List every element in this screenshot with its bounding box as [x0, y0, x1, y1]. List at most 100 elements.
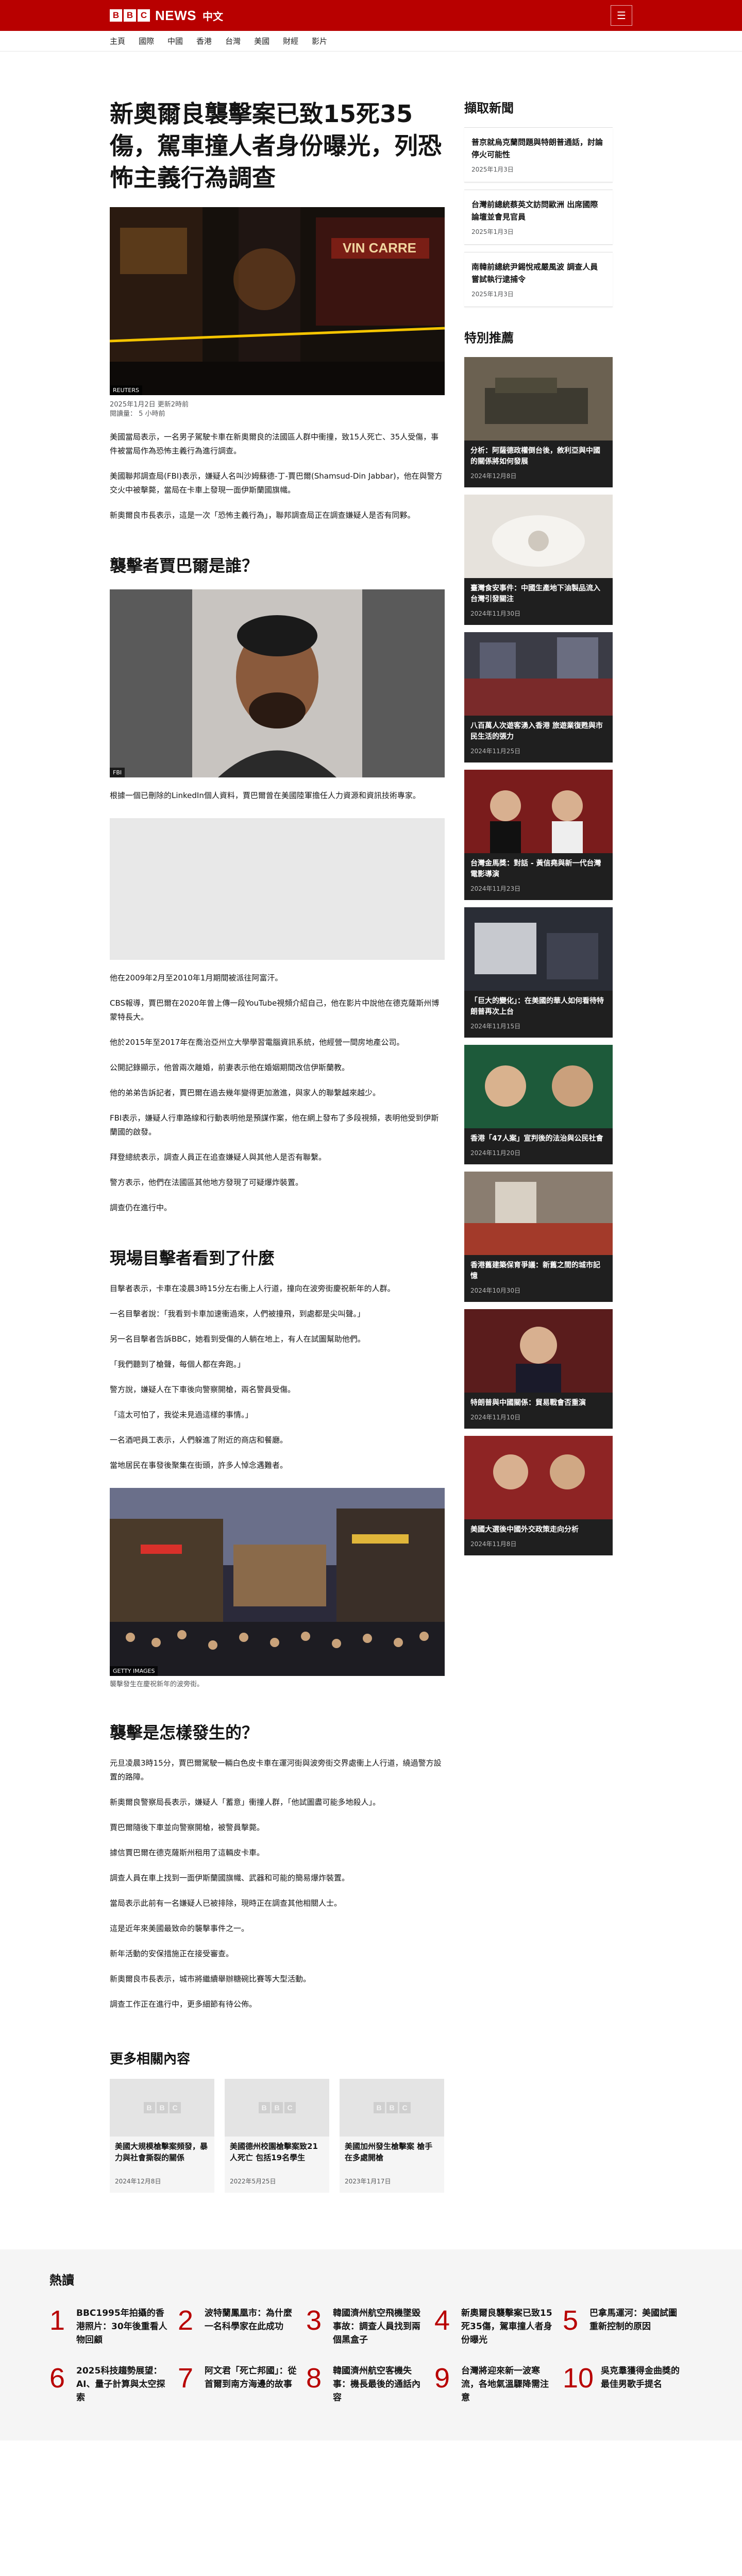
most-read-item[interactable]: 6 2025科技趨勢展望：AI、量子計算與太空探索: [49, 2364, 178, 2404]
most-read-item[interactable]: 7 阿文君「死亡邦國」：從首爾到南方海邊的故事: [178, 2364, 306, 2404]
rank-number: 6: [49, 2363, 65, 2394]
article-paragraph: 「這太可怕了，我從未見過這樣的事情。」: [110, 1410, 253, 1419]
related-card[interactable]: BBC 美國德州校園槍擊案致21人死亡 包括19名學生 2022年5月25日: [225, 2079, 329, 2193]
most-read-title: 台灣將迎來新一波寒流，各地氣溫驟降需注意: [461, 2366, 549, 2403]
featured-date: 2024年11月25日: [470, 748, 521, 755]
featured-card[interactable]: 分析：阿薩德政權倒台後，敘利亞與中國的關係將如何發展 2024年12月8日: [464, 357, 613, 487]
article-paragraph: 這是近年來美國最致命的襲擊事件之一。: [110, 1924, 249, 1933]
featured-card[interactable]: 「巨大的變化」：在美國的華人如何看待特朗普再次上台 2024年11月15日: [464, 907, 613, 1038]
most-read-item[interactable]: 2 波特蘭鳳凰市：為什麼一名科學家在此成功: [178, 2307, 306, 2347]
sidebar-featured-heading: 特別推薦: [464, 331, 514, 345]
featured-title: 香港舊建築保育爭議：新舊之間的城市記憶: [470, 1261, 600, 1280]
featured-card[interactable]: 臺灣食安事件：中國生產地下油製品流入台灣引發關注 2024年11月30日: [464, 495, 613, 625]
most-read-title: 阿文君「死亡邦國」：從首爾到南方海邊的故事: [205, 2366, 297, 2389]
featured-image: [464, 1309, 613, 1393]
featured-image: [464, 907, 613, 991]
featured-card[interactable]: 香港「47人案」宣判後的法治與公民社會 2024年11月20日: [464, 1045, 613, 1164]
article-paragraph: 當局表示此前有一名嫌疑人已被排除，現時正在調查其他相關人士。: [110, 1899, 342, 1908]
featured-image: [464, 495, 613, 578]
featured-image: [464, 632, 613, 716]
menu-icon: ☰: [617, 9, 626, 22]
most-read-item[interactable]: 8 韓國濟州航空客機失事：機長最後的通話內容: [306, 2364, 434, 2404]
suspect-image: FBI: [110, 589, 445, 777]
featured-card[interactable]: 八百萬人次遊客湧入香港 旅遊業復甦與市民生活的張力 2024年11月25日: [464, 632, 613, 762]
article-paragraph: 調查人員在車上找到一面伊斯蘭國旗幟、武器和可能的簡易爆炸裝置。: [110, 1873, 350, 1883]
most-read-title: 新奧爾良襲擊案已致15死35傷，駕車撞人者身份曝光: [461, 2308, 552, 2345]
article-paragraph: 美國聯邦調查局(FBI)表示，嫌疑人名叫沙姆蘇德-丁-賈巴爾(Shamsud-D…: [110, 471, 443, 495]
street-image: GETTY IMAGES: [110, 1488, 445, 1676]
article-paragraph: 新奧爾良市長表示，城市將繼續舉辦糖碗比賽等大型活動。: [110, 1974, 311, 1984]
related-card[interactable]: BBC 美國大規模槍擊案頻發，暴力與社會撕裂的關係 2024年12月8日: [110, 2079, 214, 2193]
featured-title: 「巨大的變化」：在美國的華人如何看待特朗普再次上台: [470, 997, 604, 1016]
featured-title: 台灣金馬獎：對話 - 黃信堯與新一代台灣電影導演: [470, 859, 601, 878]
article-paragraph: FBI表示，嫌疑人行車路線和行動表明他是預謀作案，他在網上發布了多段視頻，表明他…: [110, 1113, 439, 1137]
bbc-placeholder-thumb: BBC: [340, 2079, 444, 2137]
article-paragraph: 公開記錄顯示，他曾兩次離婚，前妻表示他在婚姻期間改信伊斯蘭教。: [110, 1063, 350, 1072]
related-heading: 更多相關內容: [110, 2052, 191, 2067]
nav-video[interactable]: 影片: [312, 36, 327, 46]
related-content: 更多相關內容 BBC 美國大規模槍擊案頻發，暴力與社會撕裂的關係 2024年12…: [110, 2048, 445, 2193]
latest-news-card[interactable]: 普京就烏克蘭問題與特朗普通話，討論停火可能性 2025年1月3日: [464, 127, 613, 182]
featured-title: 臺灣食安事件：中國生產地下油製品流入台灣引發關注: [470, 584, 600, 603]
article-paragraph: 調查仍在進行中。: [110, 1203, 172, 1212]
bbc-news-logo[interactable]: B B C NEWS 中文: [110, 8, 223, 24]
sidebar-latest-heading: 擷取新聞: [464, 101, 514, 115]
article-paragraph: 調查工作正在進行中，更多細節有待公佈。: [110, 1999, 257, 2009]
article-paragraph: 根據一個已刪除的LinkedIn個人資料，賈巴爾曾在美國陸軍擔任人力資源和資訊技…: [110, 791, 420, 800]
nav-china[interactable]: 中國: [167, 36, 183, 46]
hero-photo-graphic: VIN CARRE: [110, 207, 445, 395]
most-read-item[interactable]: 10 吳克羣獲得金曲獎的最佳男歌手提名: [563, 2364, 691, 2404]
featured-date: 2024年11月20日: [470, 1149, 521, 1157]
article-paragraph: 賈巴爾隨後下車並向警察開槍，被警員擊斃。: [110, 1823, 265, 1832]
featured-date: 2024年11月15日: [470, 1023, 521, 1030]
featured-image: [464, 770, 613, 853]
latest-title: 台灣前總統蔡英文訪問歐洲 出席國際論壇並會見官員: [471, 200, 598, 222]
nav-home[interactable]: 主頁: [110, 36, 125, 46]
article-paragraph: 他的弟弟告訴記者，賈巴爾在過去幾年變得更加激進，與家人的聯繫越來越少。: [110, 1088, 381, 1097]
featured-card[interactable]: 台灣金馬獎：對話 - 黃信堯與新一代台灣電影導演 2024年11月23日: [464, 770, 613, 900]
latest-date: 2025年1月3日: [471, 291, 514, 298]
rank-number: 7: [178, 2363, 194, 2394]
hero-image: VIN CARRE REUTERS: [110, 207, 445, 395]
most-read-item[interactable]: 9 台灣將迎來新一波寒流，各地氣溫驟降需注意: [434, 2364, 563, 2404]
most-read-item[interactable]: 5 巴拿馬運河：美國試圖重新控制的原因: [563, 2307, 691, 2347]
rank-number: 8: [306, 2363, 322, 2394]
related-title: 美國加州發生槍擊案 槍手在多處開槍: [345, 2142, 433, 2162]
related-date: 2024年12月8日: [115, 2178, 161, 2185]
article-paragraph: 拜登總統表示，調查人員正在追查嫌疑人與其他人是否有聯繫。: [110, 1153, 327, 1162]
news-wordmark: NEWS: [155, 7, 196, 23]
embedded-media-placeholder: [110, 818, 445, 960]
image-credit: REUTERS: [110, 385, 142, 395]
suspect-photo-graphic: [110, 589, 445, 777]
menu-button[interactable]: ☰: [611, 5, 632, 26]
featured-image: [464, 1045, 613, 1128]
article-paragraph: 警方表示，他們在法國區其他地方發現了可疑爆炸裝置。: [110, 1178, 303, 1187]
featured-image: [464, 1436, 613, 1519]
article: 新奧爾良襲擊案已致15死35傷，駕車撞人者身份曝光，列恐怖主義行為調查 VIN …: [110, 98, 445, 2193]
nav-hongkong[interactable]: 香港: [196, 36, 212, 46]
nav-usa[interactable]: 美國: [254, 36, 269, 46]
nav-taiwan[interactable]: 台灣: [225, 36, 241, 46]
nav-finance[interactable]: 財經: [283, 36, 298, 46]
related-card[interactable]: BBC 美國加州發生槍擊案 槍手在多處開槍 2023年1月17日: [340, 2079, 444, 2193]
most-read-item[interactable]: 3 韓國濟州航空飛機墜毀事故：調查人員找到兩個黑盒子: [306, 2307, 434, 2347]
related-date: 2023年1月17日: [345, 2178, 391, 2185]
article-paragraph: 目擊者表示，卡車在凌晨3時15分左右衝上人行道，撞向在波旁街慶祝新年的人群。: [110, 1284, 395, 1293]
bbc-letter: B: [124, 9, 136, 22]
latest-news-card[interactable]: 台灣前總統蔡英文訪問歐洲 出席國際論壇並會見官員 2025年1月3日: [464, 190, 613, 245]
top-header: B B C NEWS 中文 ☰: [0, 0, 742, 31]
related-title: 美國德州校園槍擊案致21人死亡 包括19名學生: [230, 2142, 318, 2162]
nav-international[interactable]: 國際: [139, 36, 154, 46]
featured-card[interactable]: 香港舊建築保育爭議：新舊之間的城市記憶 2024年10月30日: [464, 1172, 613, 1302]
section-heading-who: 襲擊者賈巴爾是誰？: [110, 556, 259, 575]
most-read-item[interactable]: 1 BBC1995年拍攝的香港照片：30年後重看人物回顧: [49, 2307, 178, 2347]
most-read-title: BBC1995年拍攝的香港照片：30年後重看人物回顧: [76, 2308, 167, 2345]
featured-card[interactable]: 美國大選後中國外交政策走向分析 2024年11月8日: [464, 1436, 613, 1555]
featured-card[interactable]: 特朗普與中國關係：貿易戰會否重演 2024年11月10日: [464, 1309, 613, 1429]
most-read-item[interactable]: 4 新奧爾良襲擊案已致15死35傷，駕車撞人者身份曝光: [434, 2307, 563, 2347]
latest-news-card[interactable]: 南韓前總統尹錫悅戒嚴風波 調查人員嘗試執行逮捕令 2025年1月3日: [464, 252, 613, 307]
article-paragraph: 當地居民在事發後聚集在街頭，許多人悼念遇難者。: [110, 1461, 288, 1470]
rank-number: 5: [563, 2305, 579, 2336]
bbc-blocks: B B C: [110, 9, 150, 22]
latest-title: 普京就烏克蘭問題與特朗普通話，討論停火可能性: [471, 138, 603, 159]
